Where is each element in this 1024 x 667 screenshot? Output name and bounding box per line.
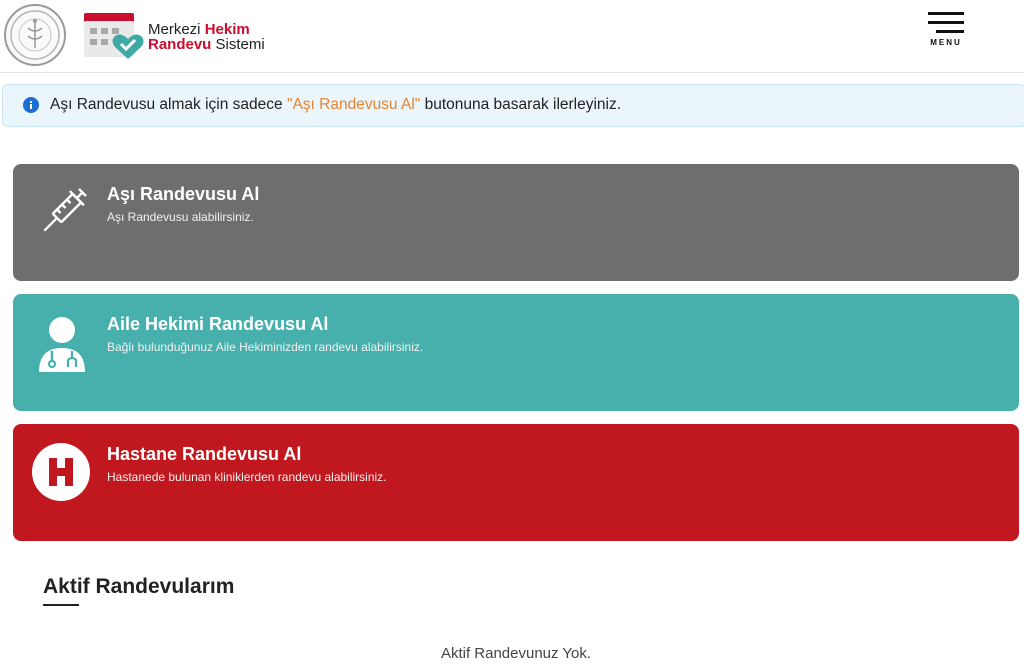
doctor-icon xyxy=(39,317,85,372)
section-underline xyxy=(43,604,79,606)
hamburger-icon xyxy=(928,12,964,33)
hastane-randevusu-card[interactable]: Hastane Randevusu Al Hastanede bulunan k… xyxy=(13,424,1019,541)
card-title: Aile Hekimi Randevusu Al xyxy=(107,314,329,334)
active-appointments-title: Aktif Randevularım xyxy=(43,575,235,598)
aile-hekimi-randevusu-card[interactable]: Aile Hekimi Randevusu Al Bağlı bulunduğu… xyxy=(13,294,1019,411)
logo-line2-accent: Randevu xyxy=(148,36,212,53)
info-suffix: butonuna basarak ilerleyiniz. xyxy=(420,96,622,113)
app-logo[interactable]: Merkezi Hekim Randevu Sistemi xyxy=(84,11,284,61)
info-text: Aşı Randevusu almak için sadece "Aşı Ran… xyxy=(50,96,621,114)
info-prefix: Aşı Randevusu almak için sadece xyxy=(50,96,287,113)
info-alert: Aşı Randevusu almak için sadece "Aşı Ran… xyxy=(2,84,1024,127)
menu-button[interactable]: MENU xyxy=(918,10,974,50)
header: Merkezi Hekim Randevu Sistemi MENU xyxy=(0,0,1024,73)
hospital-h-icon xyxy=(32,443,90,501)
info-highlight: "Aşı Randevusu Al" xyxy=(286,96,421,113)
logo-line2-plain: Sistemi xyxy=(215,36,265,53)
menu-label: MENU xyxy=(930,38,962,47)
asi-randevusu-card[interactable]: Aşı Randevusu Al Aşı Randevusu alabilirs… xyxy=(13,164,1019,281)
card-description: Bağlı bulunduğunuz Aile Hekiminizden ran… xyxy=(107,340,424,354)
calendar-heart-icon xyxy=(84,13,144,59)
card-description: Aşı Randevusu alabilirsiniz. xyxy=(107,210,254,224)
syringe-icon xyxy=(43,188,87,232)
app-logo-text: Merkezi Hekim Randevu Sistemi xyxy=(148,22,265,52)
info-icon xyxy=(23,97,39,113)
card-description: Hastanede bulunan kliniklerden randevu a… xyxy=(107,470,387,484)
no-active-appointments-text: Aktif Randevunuz Yok. xyxy=(440,645,592,662)
card-title: Hastane Randevusu Al xyxy=(107,444,302,464)
ministry-seal-logo xyxy=(4,4,66,66)
card-title: Aşı Randevusu Al xyxy=(107,184,260,204)
